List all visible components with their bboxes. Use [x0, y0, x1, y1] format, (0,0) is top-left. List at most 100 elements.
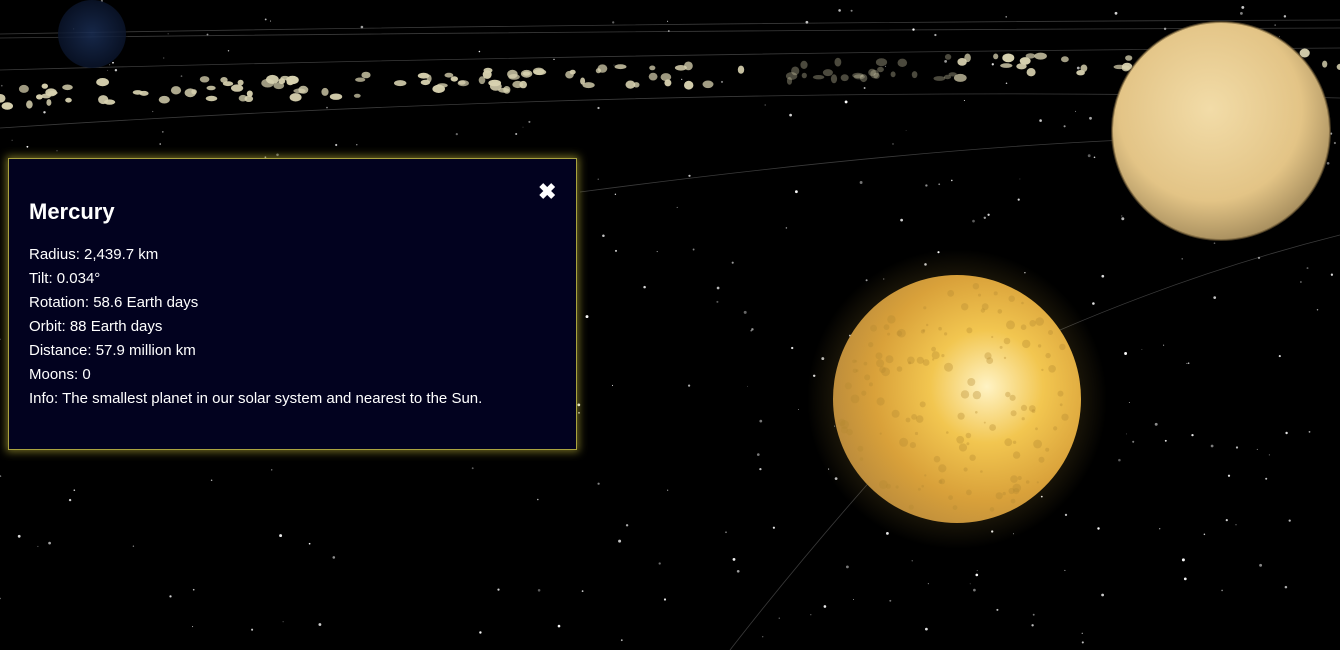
star: [805, 20, 809, 24]
star: [1081, 641, 1084, 644]
star: [1159, 528, 1161, 530]
asteroid: [132, 90, 143, 95]
star: [332, 556, 336, 559]
background-planet[interactable]: [1111, 21, 1331, 241]
planet-name-title: Mercury: [29, 199, 115, 224]
star: [597, 106, 600, 110]
crater: [1025, 480, 1030, 484]
star: [206, 33, 209, 36]
star: [975, 573, 979, 577]
crater: [1021, 417, 1025, 421]
crater: [1006, 320, 1015, 330]
star: [944, 60, 947, 63]
asteroid: [394, 80, 407, 87]
star: [1164, 439, 1167, 442]
star: [912, 28, 915, 31]
star: [1330, 273, 1334, 276]
star: [161, 131, 164, 133]
star: [756, 453, 760, 456]
asteroid: [911, 71, 918, 79]
star: [1274, 24, 1276, 26]
star: [1268, 454, 1270, 456]
crater: [879, 432, 882, 435]
crater: [967, 378, 976, 386]
star: [528, 120, 531, 123]
star: [169, 595, 172, 598]
crater: [919, 401, 926, 408]
star: [716, 286, 720, 290]
star: [112, 61, 114, 64]
asteroid: [800, 60, 808, 69]
solar-system-scene[interactable]: ✖ Mercury Radius: 2,439.7 km Tilt: 0.034…: [0, 0, 1340, 650]
star: [360, 25, 364, 29]
asteroid: [834, 57, 842, 67]
close-icon[interactable]: ✖: [538, 181, 556, 203]
crater: [1003, 356, 1007, 360]
crater: [972, 283, 980, 290]
star: [732, 557, 736, 561]
asteroid: [702, 80, 714, 89]
asteroid: [649, 65, 656, 71]
star: [264, 18, 267, 21]
star: [688, 174, 691, 177]
crater: [1003, 337, 1011, 345]
star: [279, 534, 283, 538]
crater: [1037, 344, 1042, 348]
star: [1259, 563, 1263, 567]
mercury-planet[interactable]: [807, 249, 1107, 549]
star: [192, 588, 195, 591]
star: [276, 153, 279, 157]
star: [1278, 355, 1281, 358]
crater: [899, 437, 909, 447]
star: [983, 216, 986, 219]
star: [1213, 242, 1216, 245]
asteroid: [1034, 52, 1047, 60]
star: [844, 100, 848, 104]
star: [17, 534, 21, 538]
crater: [1010, 410, 1017, 417]
star: [625, 524, 629, 527]
star: [1288, 519, 1291, 522]
star: [845, 565, 849, 569]
asteroid: [1002, 53, 1015, 63]
asteroid: [1322, 60, 1328, 68]
asteroid: [614, 64, 627, 70]
asteroid: [1, 102, 13, 110]
star: [791, 346, 794, 350]
crater: [1020, 324, 1027, 331]
star: [1221, 589, 1223, 592]
crater: [991, 335, 994, 339]
star: [612, 21, 615, 24]
info-line: Info: The smallest planet in our solar s…: [29, 390, 483, 407]
crater: [978, 293, 981, 297]
asteroid: [875, 58, 888, 67]
star: [1163, 27, 1167, 31]
star: [26, 145, 29, 148]
crater: [989, 424, 996, 431]
crater: [995, 492, 1003, 500]
star: [132, 545, 135, 547]
asteroid: [674, 65, 687, 71]
star: [578, 411, 580, 414]
crater: [965, 432, 972, 439]
star: [557, 624, 561, 628]
star: [577, 403, 581, 407]
crater: [857, 445, 864, 452]
asteroid: [1121, 65, 1130, 72]
star: [227, 50, 230, 52]
distant-planet[interactable]: [58, 0, 126, 68]
star: [585, 315, 589, 319]
crater: [980, 470, 983, 473]
asteroid: [840, 74, 849, 82]
crater: [989, 507, 995, 512]
star: [515, 132, 518, 136]
star: [976, 570, 978, 572]
star: [1092, 302, 1095, 305]
asteroid: [1125, 55, 1133, 61]
asteroid: [852, 72, 864, 79]
star: [1227, 474, 1231, 477]
star: [759, 419, 763, 423]
star: [886, 532, 889, 535]
star: [1235, 524, 1237, 526]
tilt-line: Tilt: 0.034°: [29, 270, 101, 287]
